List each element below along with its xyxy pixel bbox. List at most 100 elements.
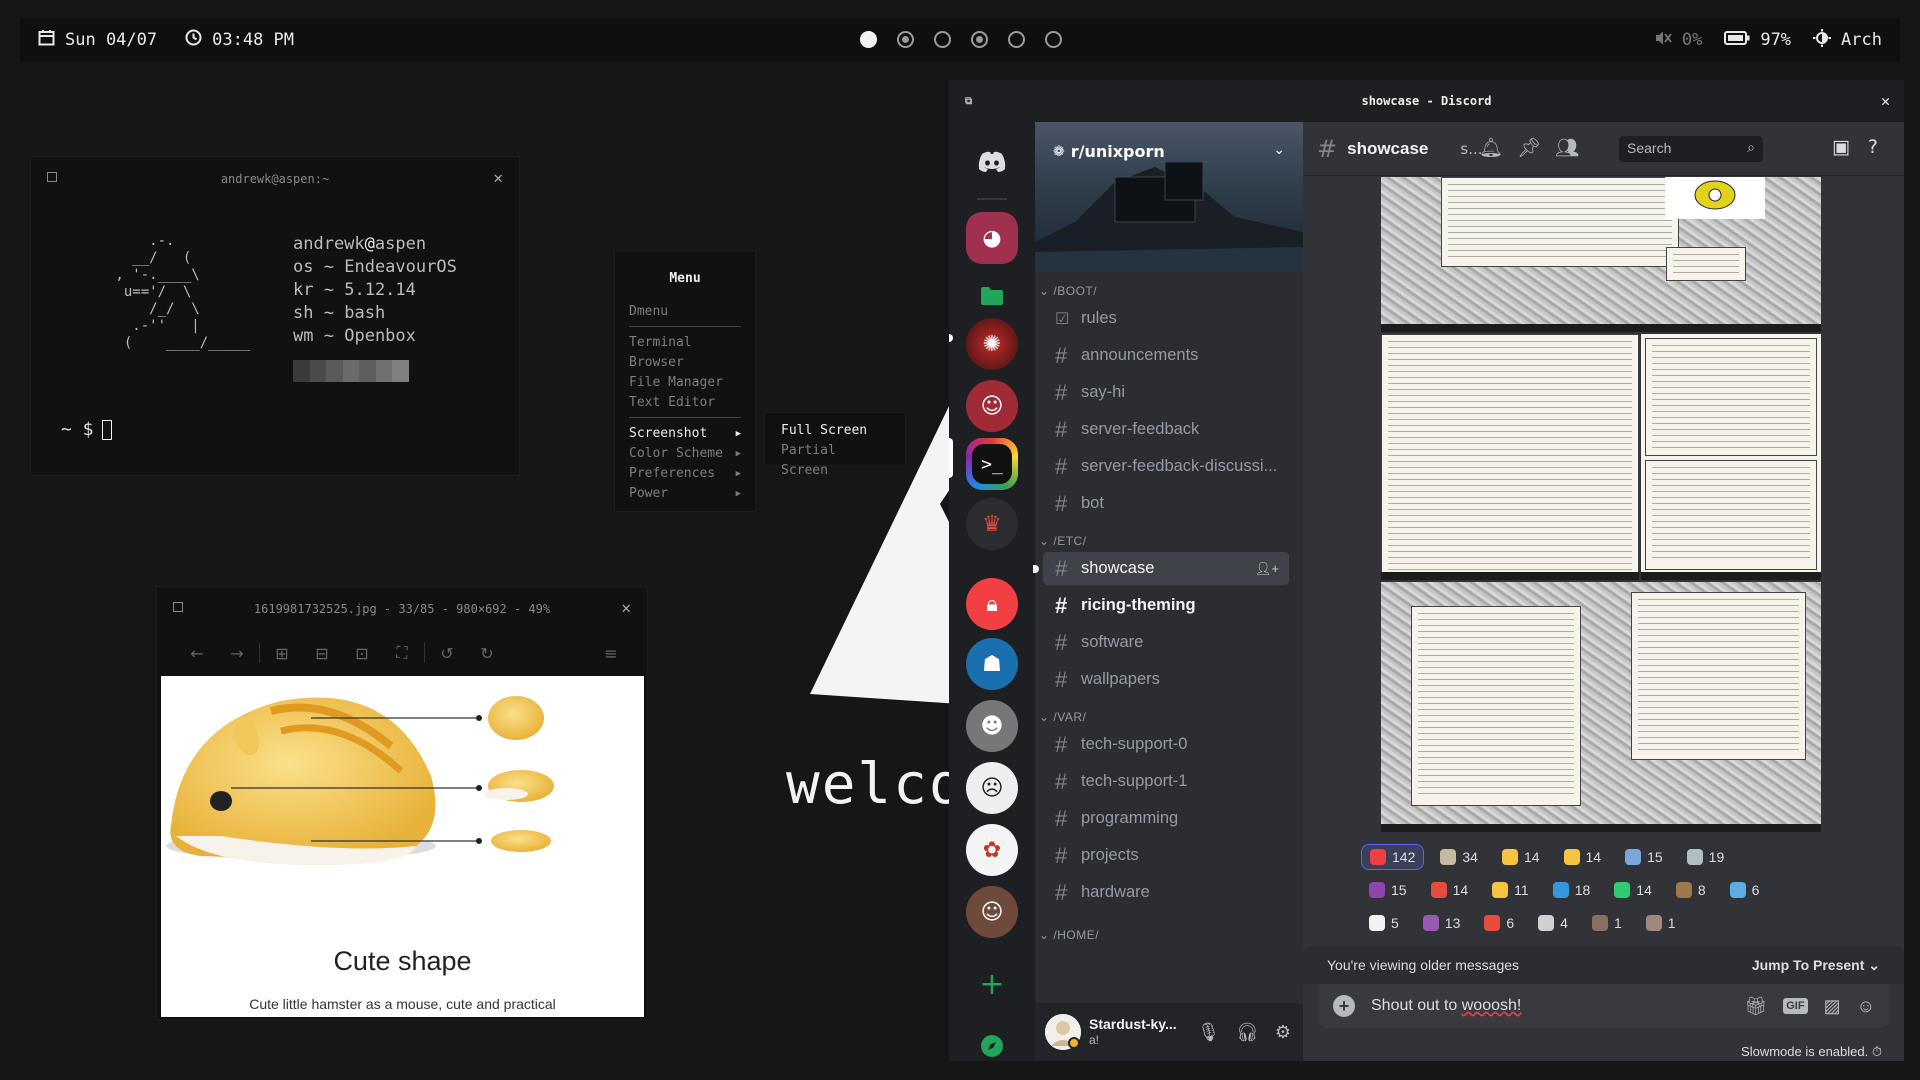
reaction-monkey[interactable]: 8 (1668, 877, 1714, 903)
discord-home-icon[interactable] (966, 136, 1018, 188)
menu-item-terminal[interactable]: Terminal (615, 333, 755, 353)
reaction-flushed[interactable]: 14 (1556, 844, 1610, 870)
reaction-fox[interactable]: 1 (1638, 910, 1684, 936)
discord-titlebar[interactable]: ⧉ showcase - Discord ✕ (949, 80, 1904, 122)
distro-widget[interactable]: Arch (1813, 28, 1882, 52)
discord-window[interactable]: ⧉ showcase - Discord ✕ ◕ ✺ ☺ >_ ♛ 🔒︎ ☗ ☻… (949, 80, 1904, 1061)
attachment-image[interactable] (1381, 582, 1821, 832)
menu-item-color-scheme[interactable]: Color Scheme ▶ (615, 444, 755, 464)
headphones-icon[interactable]: 🎧︎ (1236, 1022, 1259, 1043)
channel-server-feedback-discussion[interactable]: # server-feedback-discussi... (1043, 450, 1289, 483)
workspace-3[interactable] (934, 31, 951, 48)
menu-item-dmenu[interactable]: Dmenu (615, 302, 755, 322)
channel-tech-support-0[interactable]: # tech-support-0 (1043, 728, 1289, 761)
workspace-5[interactable] (1008, 31, 1025, 48)
terminal-titlebar[interactable]: andrewk@aspen:~ ✕ (31, 157, 519, 201)
zoom-out-icon[interactable]: ⊟ (302, 644, 342, 663)
chevron-down-icon[interactable]: ⌄ (1273, 142, 1285, 158)
viewer-titlebar[interactable]: 1619981732525.jpg - 33/85 - 980×692 - 49… (157, 587, 647, 631)
attachment-image[interactable] (1381, 177, 1821, 332)
bell-icon[interactable]: 🔔︎ (1479, 136, 1503, 159)
reaction-cat[interactable]: 34 (1432, 844, 1486, 870)
arrow-right-icon[interactable]: → (217, 644, 257, 663)
server-avatar-3[interactable]: ☺ (966, 380, 1018, 432)
inbox-icon[interactable]: ▣ (1832, 136, 1850, 158)
attachment-image[interactable] (1641, 334, 1821, 580)
reaction-sparkle[interactable]: 6 (1722, 877, 1768, 903)
clock-widget[interactable]: 03:48 PM (185, 29, 294, 51)
menu-item-screenshot[interactable]: Screenshot ▶ (615, 424, 755, 444)
channel-announcements[interactable]: # announcements (1043, 339, 1289, 372)
close-icon[interactable]: ✕ (493, 168, 503, 187)
workspace-2[interactable] (897, 31, 914, 48)
arrow-left-icon[interactable]: ← (177, 644, 217, 663)
server-avatar-11[interactable]: ☺ (966, 886, 1018, 938)
channel-wallpapers[interactable]: # wallpapers (1043, 663, 1289, 696)
rotate-left-icon[interactable]: ↺ (427, 644, 467, 663)
add-attachment-icon[interactable]: + (1333, 995, 1355, 1017)
server-avatar-8[interactable]: ☻ (966, 700, 1018, 752)
channel-hardware[interactable]: # hardware (1043, 876, 1289, 909)
zoom-in-icon[interactable]: ⊞ (262, 644, 302, 663)
rotate-right-icon[interactable]: ↻ (467, 644, 507, 663)
microphone-icon[interactable]: 🎙︎ (1197, 1022, 1220, 1043)
channel-showcase[interactable]: # showcase 👤︎+ (1043, 552, 1289, 585)
window-restore-icon[interactable]: ⧉ (965, 96, 972, 107)
server-avatar-6[interactable]: 🔒︎ (966, 578, 1018, 630)
server-avatar-9[interactable]: ☹ (966, 762, 1018, 814)
help-icon[interactable]: ? (1868, 136, 1878, 158)
date-widget[interactable]: Sun 04/07 (38, 29, 157, 51)
reaction-rainbow[interactable]: 13 (1415, 910, 1469, 936)
gif-icon[interactable]: GIF (1783, 998, 1808, 1014)
message-composer[interactable]: + Shout out to wooosh! 🎁︎ GIF ▨ ☺ (1319, 984, 1889, 1028)
menu-item-preferences[interactable]: Preferences ▶ (615, 464, 755, 484)
channel-programming[interactable]: # programming (1043, 802, 1289, 835)
pin-icon[interactable]: 📌︎ (1517, 136, 1541, 159)
maximize-icon[interactable] (47, 172, 57, 182)
workspace-4[interactable] (971, 31, 988, 48)
reaction-100[interactable]: 14 (1423, 877, 1477, 903)
members-icon[interactable]: 👥︎ (1555, 136, 1579, 159)
category-boot[interactable]: ⌄ /BOOT/ (1039, 284, 1097, 298)
channel-rules[interactable]: ☑ rules (1043, 302, 1289, 335)
volume-widget[interactable]: 0% (1654, 30, 1702, 51)
category-var[interactable]: ⌄ /VAR/ (1039, 710, 1086, 724)
fullscreen-icon[interactable]: ⛶ (382, 643, 422, 663)
channel-say-hi[interactable]: # say-hi (1043, 376, 1289, 409)
reaction-smirk[interactable]: 11 (1484, 877, 1537, 903)
search-input[interactable]: Search ⌕ (1619, 136, 1763, 162)
message-input[interactable]: Shout out to wooosh! (1371, 997, 1521, 1015)
add-user-icon[interactable]: 👤︎+ (1255, 561, 1279, 577)
server-avatar-7[interactable]: ☗ (966, 638, 1018, 690)
terminal-window[interactable]: andrewk@aspen:~ ✕ .-. __/ ( , '-.____\ u… (30, 156, 520, 476)
channel-server-feedback[interactable]: # server-feedback (1043, 413, 1289, 446)
reaction-parrot[interactable]: 14 (1606, 877, 1660, 903)
menu-item-browser[interactable]: Browser (615, 353, 755, 373)
user-info[interactable]: Stardust-ky... a! (1089, 1016, 1177, 1048)
explore-compass-icon[interactable] (966, 1020, 1018, 1061)
menu-item-file-manager[interactable]: File Manager (615, 373, 755, 393)
attachment-image[interactable] (1381, 334, 1639, 580)
zoom-fit-icon[interactable]: ⊡ (342, 644, 382, 663)
sticker-icon[interactable]: ▨ (1824, 996, 1841, 1017)
emoji-icon[interactable]: ☺ (1857, 996, 1875, 1017)
add-server-icon[interactable]: + (966, 958, 1018, 1010)
server-avatar-5[interactable]: ♛ (966, 498, 1018, 550)
server-avatar-1[interactable]: ◕ (966, 212, 1018, 264)
reaction-whiteheart[interactable]: 5 (1361, 910, 1407, 936)
gear-icon[interactable]: ⚙ (1275, 1022, 1291, 1043)
battery-widget[interactable]: 97% (1724, 30, 1791, 50)
channel-software[interactable]: # software (1043, 626, 1289, 659)
workspace-6[interactable] (1045, 31, 1062, 48)
category-home[interactable]: ⌄ /HOME/ (1039, 928, 1099, 942)
server-banner[interactable]: ❁ r/unixporn ⌄ (1035, 122, 1303, 272)
server-avatar-10[interactable]: ✿ (966, 824, 1018, 876)
shell-prompt[interactable]: ~ $ (61, 419, 112, 440)
category-etc[interactable]: ⌄ /ETC/ (1039, 534, 1087, 548)
maximize-icon[interactable] (173, 602, 183, 612)
server-avatar-2[interactable]: ✺ (966, 318, 1018, 370)
reaction-starstruck[interactable]: 14 (1494, 844, 1548, 870)
image-viewer-window[interactable]: 1619981732525.jpg - 33/85 - 980×692 - 49… (156, 586, 648, 1020)
menu-item-text-editor[interactable]: Text Editor (615, 393, 755, 413)
jump-to-present-button[interactable]: Jump To Present ⌄ (1752, 957, 1880, 974)
